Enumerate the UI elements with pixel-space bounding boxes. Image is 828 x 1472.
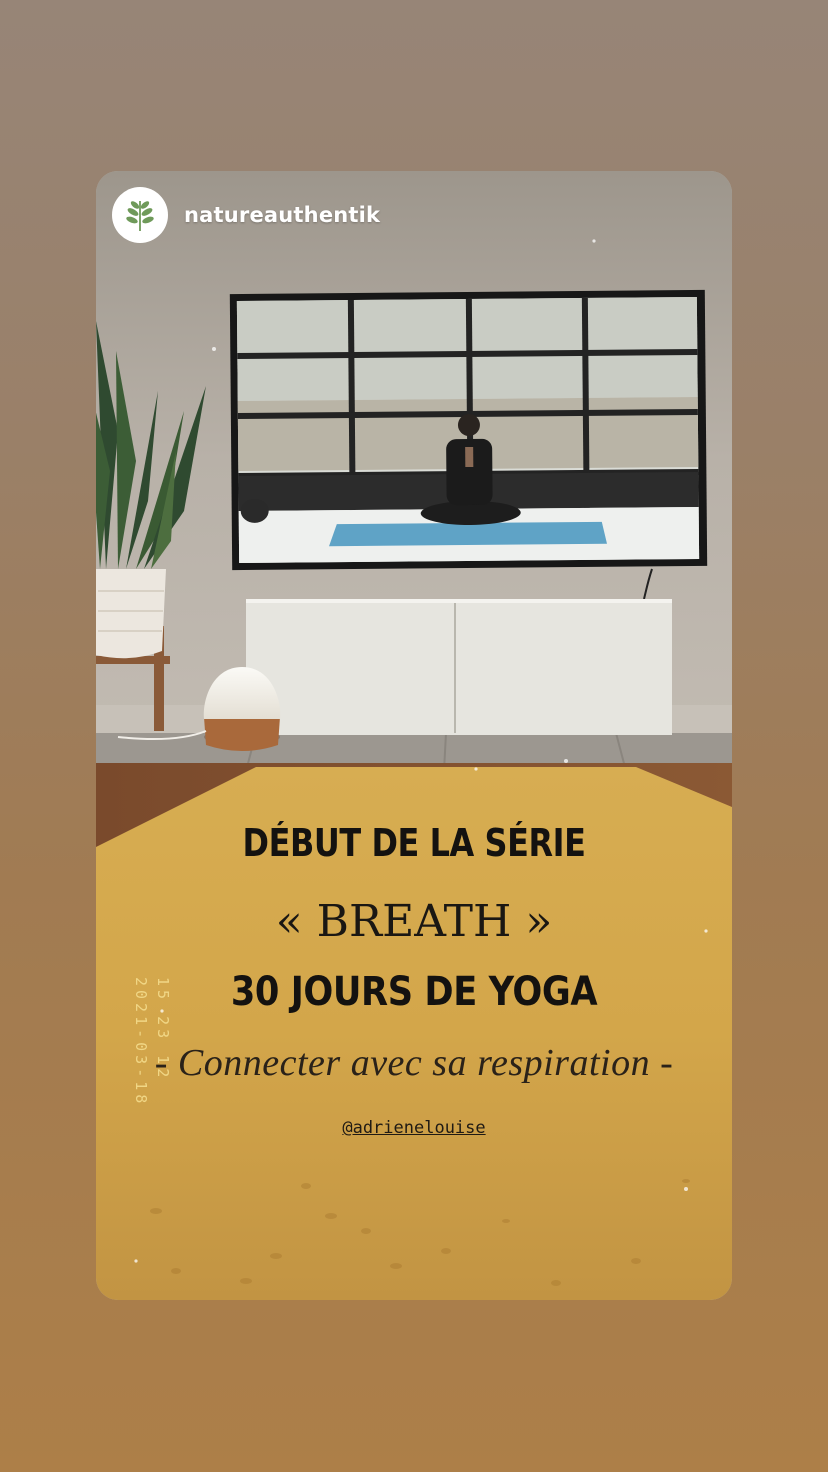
headline-series-start: DÉBUT DE LA SÉRIE — [242, 821, 586, 865]
headline-breath: « BREATH » — [275, 896, 553, 947]
headline-tagline: - Connecter avec sa respiration - — [154, 1042, 674, 1084]
profile-avatar[interactable] — [112, 187, 168, 243]
username-link[interactable]: natureauthentik — [184, 203, 380, 227]
story-card[interactable]: natureauthentik DÉBUT DE LA SÉRIE « BREA… — [96, 171, 732, 1300]
story-header: natureauthentik — [112, 187, 380, 243]
mention-label[interactable]: @adrienelouise — [342, 1118, 485, 1138]
date-stamp: 15 23 12 2021-03-18 — [130, 977, 174, 1107]
leaf-branch-icon — [126, 201, 154, 231]
date-stamp-date: 2021-03-18 — [132, 977, 150, 1108]
mention-tag[interactable]: @adrienelouise — [96, 1118, 732, 1138]
headline-30-days: 30 JOURS DE YOGA — [230, 969, 598, 1015]
date-stamp-time: 15 23 12 — [154, 977, 172, 1082]
